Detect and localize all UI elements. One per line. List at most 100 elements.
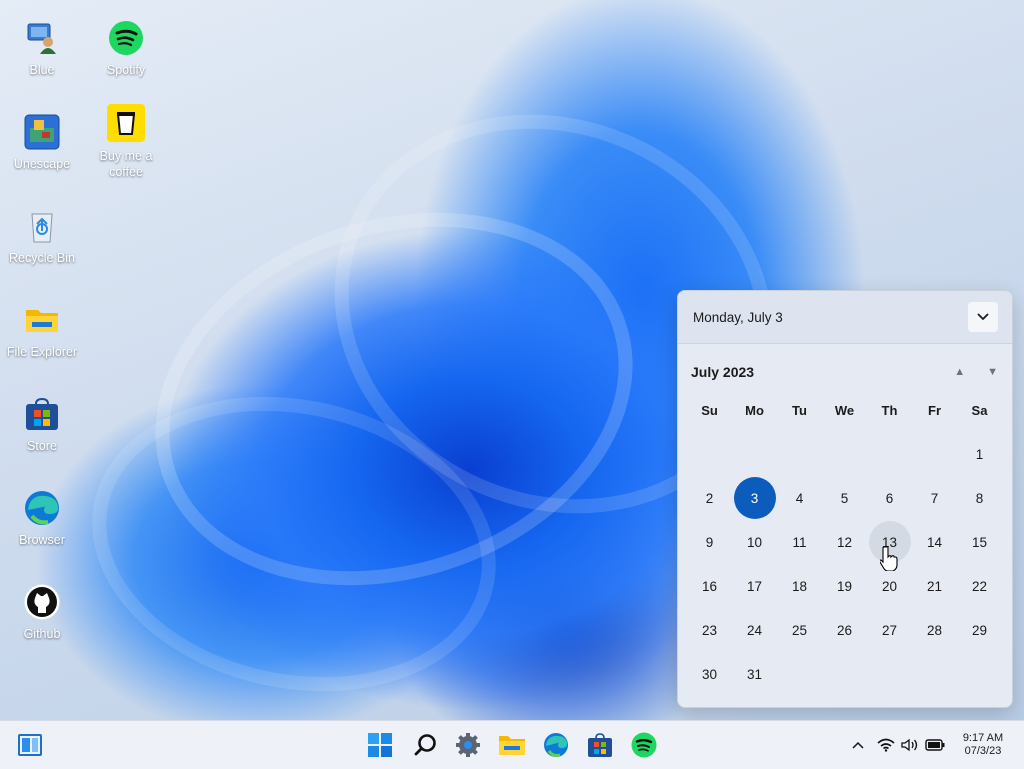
- calendar-day-empty: [777, 652, 822, 696]
- widgets-icon: [18, 734, 42, 756]
- calendar-day-number: 13: [868, 521, 911, 563]
- taskbar-clock[interactable]: 9:17 AM 07/3/23: [952, 732, 1014, 758]
- desktop-icon-store[interactable]: Store: [0, 396, 84, 454]
- calendar-day-number: 28: [926, 622, 943, 638]
- store-button[interactable]: [584, 729, 616, 761]
- spotify-button[interactable]: [628, 729, 660, 761]
- calendar-day[interactable]: 30: [687, 652, 732, 696]
- desktop-icon-buy-me-a-coffee[interactable]: Buy me a coffee: [84, 104, 168, 180]
- calendar-day-number: 12: [836, 534, 853, 550]
- calendar-day[interactable]: 5: [822, 476, 867, 520]
- battery-button[interactable]: [924, 733, 946, 757]
- folder-icon: [24, 302, 60, 338]
- calendar-day-number: [959, 653, 1001, 695]
- calendar-day[interactable]: 20: [867, 564, 912, 608]
- calendar-day-number: 1: [975, 446, 984, 462]
- calendar-day-number: [914, 653, 956, 695]
- edge-icon: [24, 490, 60, 526]
- calendar-day[interactable]: 28: [912, 608, 957, 652]
- calendar-day[interactable]: 10: [732, 520, 777, 564]
- search-button[interactable]: [409, 729, 441, 761]
- weekday-label: Mo: [745, 402, 764, 418]
- calendar-day-number: [779, 653, 821, 695]
- calendar-day-number: 2: [705, 490, 714, 506]
- calendar-month-label[interactable]: July 2023: [691, 364, 754, 380]
- desktop-icon-label: Recycle Bin: [9, 251, 75, 265]
- calendar-day[interactable]: 3: [732, 476, 777, 520]
- calendar-day[interactable]: 6: [867, 476, 912, 520]
- edge-button[interactable]: [540, 729, 572, 761]
- calendar-day-number: 18: [791, 578, 808, 594]
- desktop-icon-label: Github: [23, 627, 61, 641]
- show-hidden-icons-button[interactable]: [849, 733, 867, 757]
- calendar-day[interactable]: 31: [732, 652, 777, 696]
- calendar-day-number: 30: [701, 666, 718, 682]
- calendar-day[interactable]: 27: [867, 608, 912, 652]
- calendar-day[interactable]: 26: [822, 608, 867, 652]
- start-button[interactable]: [364, 729, 396, 761]
- calendar-day[interactable]: 11: [777, 520, 822, 564]
- calendar-day-number: [914, 433, 956, 475]
- file-explorer-button[interactable]: [496, 729, 528, 761]
- calendar-flyout[interactable]: Monday, July 3 July 2023 ▲ ▼ Su Mo Tu We…: [677, 290, 1013, 708]
- calendar-day[interactable]: 8: [957, 476, 1002, 520]
- calendar-day-number: 9: [705, 534, 714, 550]
- calendar-day[interactable]: 21: [912, 564, 957, 608]
- desktop-icon-blue[interactable]: Blue: [0, 20, 84, 78]
- calendar-day-number: [734, 433, 776, 475]
- network-button[interactable]: [876, 733, 896, 757]
- calendar-day[interactable]: 16: [687, 564, 732, 608]
- calendar-day-number: 21: [926, 578, 943, 594]
- calendar-day[interactable]: 22: [957, 564, 1002, 608]
- weekday-label: Fr: [928, 402, 941, 418]
- calendar-day[interactable]: 19: [822, 564, 867, 608]
- collapse-calendar-button[interactable]: [968, 302, 998, 332]
- previous-month-button[interactable]: ▲: [954, 366, 965, 378]
- calendar-day-number: 25: [791, 622, 808, 638]
- calendar-day[interactable]: 14: [912, 520, 957, 564]
- calendar-day[interactable]: 13: [867, 520, 912, 564]
- spotify-icon: [108, 20, 144, 56]
- calendar-day-empty: [867, 432, 912, 476]
- desktop-icon-file-explorer[interactable]: File Explorer: [0, 302, 84, 360]
- calendar-day-empty: [732, 432, 777, 476]
- calendar-day[interactable]: 4: [777, 476, 822, 520]
- unescape-icon: [24, 114, 60, 150]
- calendar-day[interactable]: 29: [957, 608, 1002, 652]
- calendar-day-number: [824, 653, 866, 695]
- calendar-day[interactable]: 7: [912, 476, 957, 520]
- calendar-day[interactable]: 12: [822, 520, 867, 564]
- calendar-day-number: 7: [930, 490, 939, 506]
- desktop-icon-github[interactable]: Github: [0, 584, 84, 642]
- desktop-icon-label: Blue: [29, 63, 55, 77]
- calendar-day-number: 6: [885, 490, 894, 506]
- settings-button[interactable]: [452, 729, 484, 761]
- desktop-icon-spotify[interactable]: Spotify: [84, 20, 168, 78]
- calendar-day[interactable]: 23: [687, 608, 732, 652]
- weekday-label: Sa: [971, 402, 988, 418]
- next-month-button[interactable]: ▼: [987, 366, 998, 378]
- calendar-day[interactable]: 1: [957, 432, 1002, 476]
- widgets-button[interactable]: [14, 729, 46, 761]
- start-icon: [368, 733, 392, 757]
- calendar-day[interactable]: 15: [957, 520, 1002, 564]
- calendar-day[interactable]: 9: [687, 520, 732, 564]
- volume-button[interactable]: [900, 733, 920, 757]
- desktop-icon-browser[interactable]: Browser: [0, 490, 84, 548]
- store-icon: [24, 396, 60, 432]
- calendar-day[interactable]: 18: [777, 564, 822, 608]
- desktop-icon-recycle-bin[interactable]: Recycle Bin: [0, 208, 84, 266]
- coffee-cup-icon: [107, 104, 145, 142]
- calendar-day[interactable]: 24: [732, 608, 777, 652]
- calendar-day[interactable]: 17: [732, 564, 777, 608]
- calendar-day[interactable]: 25: [777, 608, 822, 652]
- calendar-day-number: 23: [701, 622, 718, 638]
- file-explorer-icon: [499, 736, 525, 755]
- calendar-day[interactable]: 2: [687, 476, 732, 520]
- calendar-day-number: 4: [795, 490, 804, 506]
- calendar-day-number: 20: [881, 578, 898, 594]
- calendar-day-empty: [912, 652, 957, 696]
- desktop-icon-unescape[interactable]: Unescape: [0, 114, 84, 172]
- weekday-label: Th: [881, 402, 898, 418]
- calendar-day-number: 11: [792, 534, 807, 550]
